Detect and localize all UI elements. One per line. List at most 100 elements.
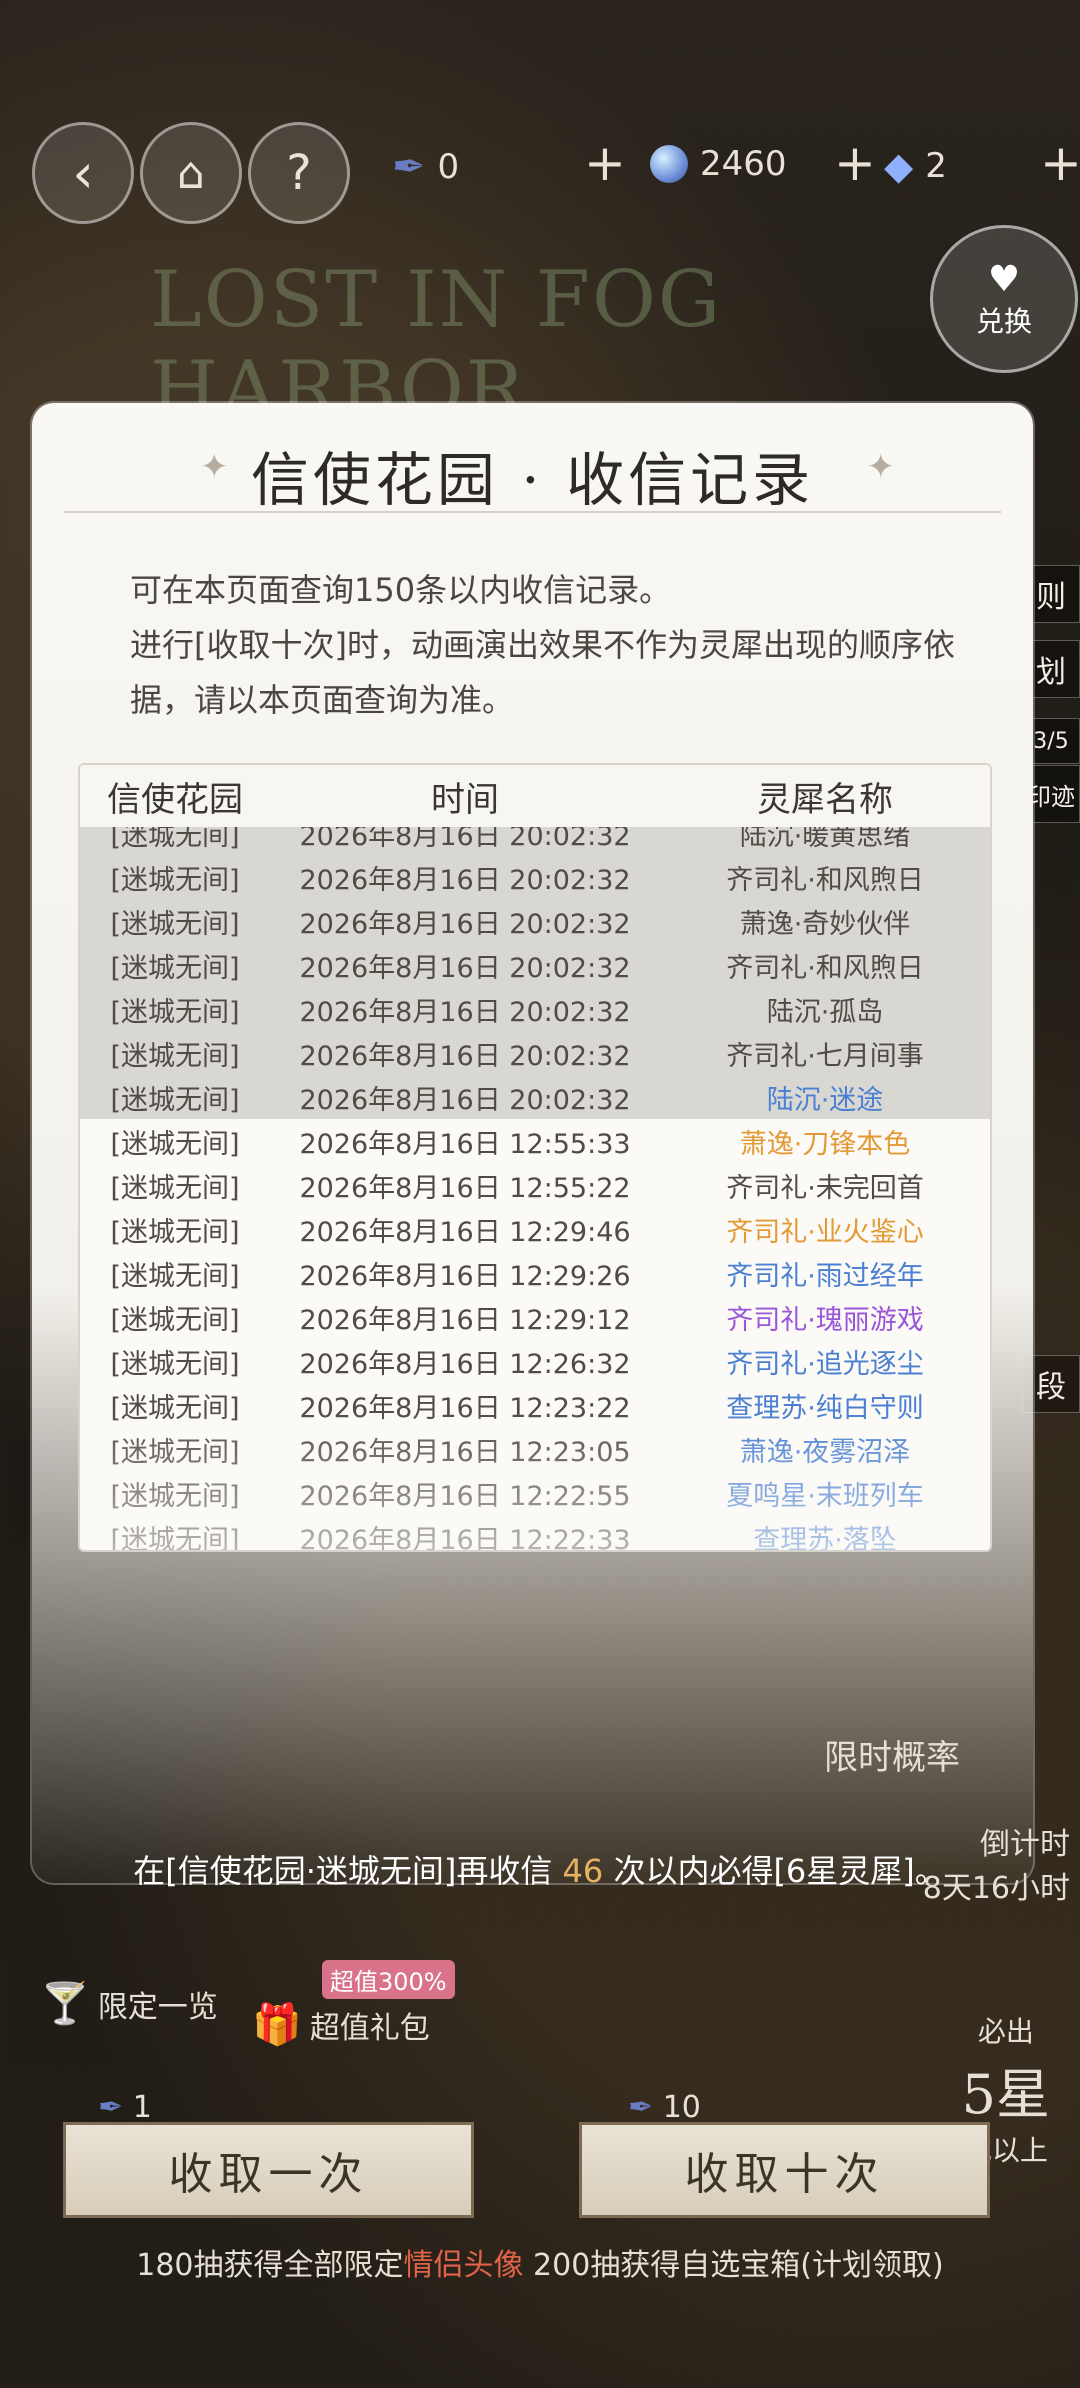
up-label: 限时概率 bbox=[824, 1738, 960, 1778]
value-pack-button[interactable]: 超值300% 🎁 超值礼包 bbox=[252, 1960, 455, 2048]
row-garden: [迷城无间] bbox=[110, 864, 240, 896]
row-garden: [迷城无间] bbox=[110, 1128, 240, 1160]
row-time: 2026年8月16日 20:02:32 bbox=[299, 827, 631, 852]
row-name: 陆沉·孤岛 bbox=[766, 996, 884, 1028]
row-garden: [迷城无间] bbox=[110, 1304, 240, 1336]
bottom-area: 🍸 限定一览 超值300% 🎁 超值礼包 限时概率 倒计时 8天16小时 必出 … bbox=[0, 1738, 1080, 2388]
back-button[interactable]: ‹ bbox=[32, 122, 134, 224]
table-row: [迷城无间] 2026年8月16日 12:22:33 查理苏·落坠 bbox=[80, 1515, 990, 1551]
table-body[interactable]: [迷城无间] 2026年8月16日 20:02:32 陆沉·暖黄思绪 [迷城无间] 20… bbox=[80, 827, 990, 1550]
exchange-button[interactable]: ♥ 兑换 bbox=[930, 225, 1078, 373]
receive-ten-button[interactable]: 收取十次 bbox=[579, 2122, 990, 2218]
row-time: 2026年8月16日 12:55:22 bbox=[299, 1172, 631, 1204]
row-name: 陆沉·暖黄思绪 bbox=[739, 827, 911, 852]
row-time: 2026年8月16日 20:02:32 bbox=[299, 1084, 631, 1116]
pity-prefix: 在[信使花园·迷城无间]再收信 bbox=[133, 1852, 563, 1890]
gem-icon bbox=[650, 145, 688, 183]
countdown-label: 倒计时 bbox=[980, 1827, 1070, 1862]
row-name: 查理苏·纯白守则 bbox=[726, 1392, 924, 1424]
row-garden: [迷城无间] bbox=[110, 1348, 240, 1380]
table-row: [迷城无间] 2026年8月16日 12:29:12 齐司礼·瑰丽游戏 bbox=[80, 1295, 990, 1339]
guarantee-mid: 5星 bbox=[961, 2063, 1050, 2126]
single-cost: ✒ 1 bbox=[98, 2090, 152, 2125]
row-garden: [迷城无间] bbox=[110, 1260, 240, 1292]
row-time: 2026年8月16日 12:29:12 bbox=[299, 1304, 631, 1336]
sparkle-icon-right: ✦ bbox=[866, 447, 896, 487]
table-row: [迷城无间] 2026年8月16日 12:55:33 萧逸·刀锋本色 bbox=[80, 1119, 990, 1163]
receive-once-label: 收取一次 bbox=[168, 2149, 369, 2200]
add-gem-button[interactable]: + bbox=[834, 134, 876, 192]
row-time: 2026年8月16日 12:55:33 bbox=[299, 1128, 631, 1160]
receive-ten-label: 收取十次 bbox=[684, 2149, 885, 2200]
table-row: [迷城无间] 2026年8月16日 12:22:55 夏鸣星·末班列车 bbox=[80, 1471, 990, 1515]
table-row: [迷城无间] 2026年8月16日 20:02:32 陆沉·暖黄思绪 bbox=[80, 827, 990, 855]
reward-note: 180抽获得全部限定情侣头像 200抽获得自选宝箱(计划领取) bbox=[0, 2240, 1080, 2284]
row-name: 夏鸣星·末班列车 bbox=[726, 1480, 924, 1512]
cocktail-icon: 🍸 bbox=[40, 1981, 90, 2027]
row-garden: [迷城无间] bbox=[110, 996, 240, 1028]
quill-resource: ✒ 0 bbox=[392, 144, 459, 190]
row-time: 2026年8月16日 12:23:05 bbox=[299, 1436, 631, 1468]
row-name: 齐司礼·追光逐尘 bbox=[726, 1348, 924, 1380]
row-name: 齐司礼·未完回首 bbox=[726, 1172, 924, 1204]
up-badge: 限时概率 倒计时 8天16小时 bbox=[824, 1730, 1070, 1907]
quill-icon: ✒ bbox=[392, 144, 426, 190]
row-name: 齐司礼·七月间事 bbox=[726, 1040, 924, 1072]
table-row: [迷城无间] 2026年8月16日 20:02:32 齐司礼·七月间事 bbox=[80, 1031, 990, 1075]
row-name: 齐司礼·瑰丽游戏 bbox=[726, 1304, 924, 1336]
row-time: 2026年8月16日 12:29:26 bbox=[299, 1260, 631, 1292]
add-diamond-button[interactable]: + bbox=[1040, 134, 1080, 192]
exchange-label: 兑换 bbox=[975, 304, 1032, 338]
row-garden: [迷城无间] bbox=[110, 952, 240, 984]
reward-note-part1: 180抽获得全部限定 bbox=[136, 2248, 404, 2283]
home-button[interactable]: ⌂ bbox=[140, 122, 242, 224]
row-name: 萧逸·夜雾沼泽 bbox=[739, 1436, 911, 1468]
row-time: 2026年8月16日 12:29:46 bbox=[299, 1216, 631, 1248]
gem-count: 2460 bbox=[700, 144, 787, 184]
table-row: [迷城无间] 2026年8月16日 20:02:32 萧逸·奇妙伙伴 bbox=[80, 899, 990, 943]
row-name: 齐司礼·业火鉴心 bbox=[726, 1216, 924, 1248]
table-row: [迷城无间] 2026年8月16日 20:02:32 陆沉·迷途 bbox=[80, 1075, 990, 1119]
add-quill-button[interactable]: + bbox=[584, 134, 626, 192]
pity-count: 46 bbox=[562, 1852, 604, 1890]
record-dialog: ✦ 信使花园 · 收信记录 ✦ 可在本页面查询150条以内收信记录。 进行[收取… bbox=[32, 403, 1033, 1883]
ten-cost: ✒ 10 bbox=[628, 2090, 701, 2125]
title-divider bbox=[64, 511, 1001, 513]
table-row: [迷城无间] 2026年8月16日 20:02:32 齐司礼·和风煦日 bbox=[80, 943, 990, 987]
row-name: 齐司礼·和风煦日 bbox=[726, 864, 924, 896]
quill-count: 0 bbox=[437, 147, 460, 187]
row-garden: [迷城无间] bbox=[110, 1392, 240, 1424]
table-row: [迷城无间] 2026年8月16日 20:02:32 陆沉·孤岛 bbox=[80, 987, 990, 1031]
row-time: 2026年8月16日 12:26:32 bbox=[299, 1348, 631, 1380]
row-time: 2026年8月16日 12:22:55 bbox=[299, 1480, 631, 1512]
row-time: 2026年8月16日 12:23:22 bbox=[299, 1392, 631, 1424]
header-name: 灵犀名称 bbox=[757, 779, 893, 820]
row-time: 2026年8月16日 12:22:33 bbox=[299, 1524, 631, 1551]
help-button[interactable]: ? bbox=[248, 122, 350, 224]
top-bar: ‹ ⌂ ? ✒ 0 + 2460 + ◆ 2 + bbox=[0, 120, 1080, 224]
single-cost-count: 1 bbox=[132, 2090, 152, 2125]
description-line-1: 可在本页面查询150条以内收信记录。 bbox=[130, 571, 672, 609]
table-header: 信使花园 时间 灵犀名称 bbox=[80, 765, 990, 829]
row-garden: [迷城无间] bbox=[110, 1084, 240, 1116]
table-row: [迷城无间] 2026年8月16日 12:29:26 齐司礼·雨过经年 bbox=[80, 1251, 990, 1295]
row-garden: [迷城无间] bbox=[110, 908, 240, 940]
dialog-description: 可在本页面查询150条以内收信记录。 进行[收取十次]时，动画演出效果不作为灵犀… bbox=[130, 563, 1000, 728]
row-name: 齐司礼·和风煦日 bbox=[726, 952, 924, 984]
row-name: 萧逸·奇妙伙伴 bbox=[739, 908, 911, 940]
countdown-value: 8天16小时 bbox=[922, 1871, 1070, 1906]
row-garden: [迷城无间] bbox=[110, 1524, 240, 1551]
value-pack-badge: 超值300% bbox=[322, 1960, 455, 1999]
header-time: 时间 bbox=[431, 779, 499, 820]
diamond-count: 2 bbox=[925, 146, 947, 186]
record-table[interactable]: 信使花园 时间 灵犀名称 [迷城无间] 2026年8月16日 20:02:32 陆沉… bbox=[78, 763, 992, 1552]
row-time: 2026年8月16日 20:02:32 bbox=[299, 1040, 631, 1072]
table-row: [迷城无间] 2026年8月16日 12:23:05 萧逸·夜雾沼泽 bbox=[80, 1427, 990, 1471]
value-pack-label: 超值礼包 bbox=[309, 2010, 430, 2046]
home-icon: ⌂ bbox=[177, 147, 205, 199]
limited-overview-button[interactable]: 🍸 限定一览 bbox=[40, 1980, 218, 2027]
receive-once-button[interactable]: 收取一次 bbox=[63, 2122, 474, 2218]
diamond-icon: ◆ bbox=[884, 144, 914, 188]
row-time: 2026年8月16日 20:02:32 bbox=[299, 996, 631, 1028]
quill-icon: ✒ bbox=[98, 2090, 124, 2125]
